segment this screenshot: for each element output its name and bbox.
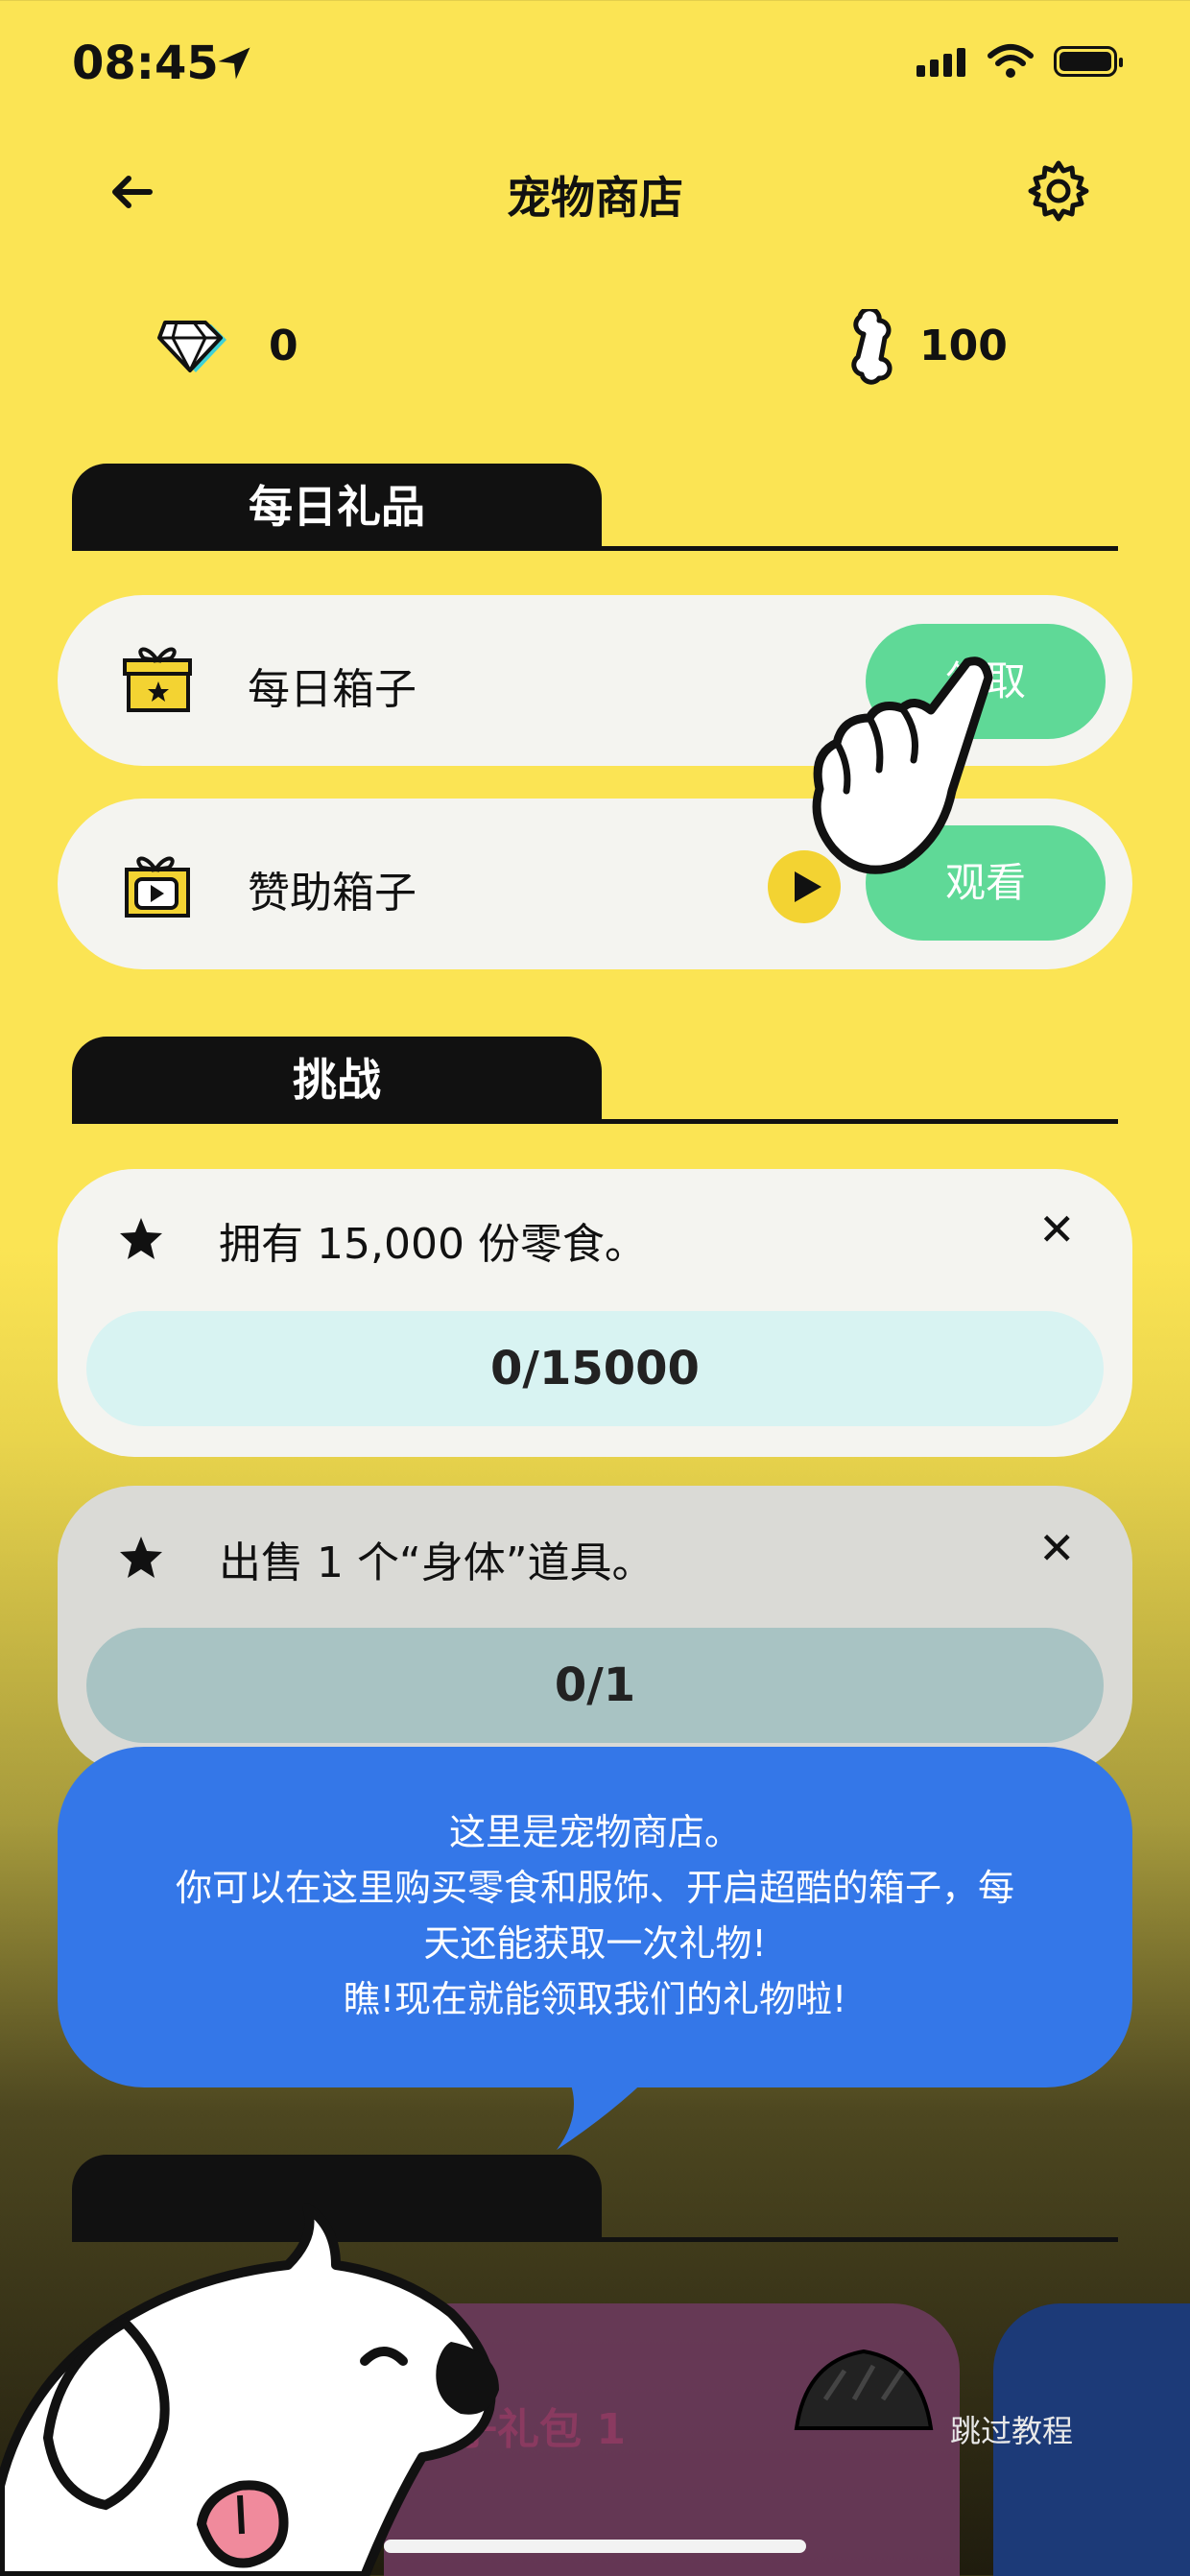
challenge-progress: 0/15000 [86, 1311, 1104, 1426]
bubble-tail [557, 2073, 653, 2150]
video-gift-icon [125, 856, 190, 918]
tutorial-line: 这里是宠物商店。 [448, 1811, 741, 1853]
close-icon[interactable]: ✕ [1038, 1522, 1076, 1574]
section-tab-challenges: 挑战 [72, 1037, 602, 1123]
page-title: 宠物商店 [507, 172, 683, 224]
star-icon [120, 1537, 162, 1578]
tutorial-bubble: 这里是宠物商店。 你可以在这里购买零食和服饰、开启超酷的箱子，每 天还能获取一次… [58, 1747, 1132, 2087]
signal-icon [916, 48, 970, 77]
home-indicator[interactable] [384, 2540, 806, 2553]
challenge-text: 拥有 15,000 份零食。 [219, 1220, 647, 1269]
tutorial-line: 瞧!现在就能领取我们的礼物啦! [343, 1978, 847, 2020]
sponsor-box-label: 赞助箱子 [248, 869, 416, 918]
gem-count: 0 [269, 322, 298, 370]
wifi-icon [988, 44, 1034, 78]
diamond-icon [157, 321, 226, 372]
pointing-hand-icon [812, 656, 993, 874]
gear-icon[interactable] [1025, 157, 1092, 225]
location-arrow-icon [218, 47, 250, 80]
tutorial-line: 你可以在这里购买零食和服饰、开启超酷的箱子，每 [175, 1867, 1014, 1909]
section-divider [72, 1119, 1118, 1124]
section-tab-daily-gifts: 每日礼品 [72, 464, 602, 550]
status-time: 08:45 [72, 36, 219, 90]
bone-icon [851, 309, 892, 385]
star-icon [120, 1218, 162, 1259]
bone-count: 100 [919, 322, 1008, 370]
gift-box-icon [123, 647, 192, 712]
skip-tutorial-button[interactable]: 跳过教程 [950, 2407, 1073, 2451]
cap-icon [794, 2349, 934, 2430]
challenge-progress: 0/1 [86, 1628, 1104, 1743]
challenge-text: 出售 1 个“身体”道具。 [219, 1538, 654, 1587]
tutorial-line: 天还能获取一次礼物! [423, 1922, 767, 1965]
dog-mascot [0, 2203, 499, 2576]
close-icon[interactable]: ✕ [1038, 1204, 1076, 1255]
daily-box-label: 每日箱子 [248, 665, 416, 714]
battery-icon [1054, 46, 1123, 77]
section-divider [72, 546, 1118, 551]
